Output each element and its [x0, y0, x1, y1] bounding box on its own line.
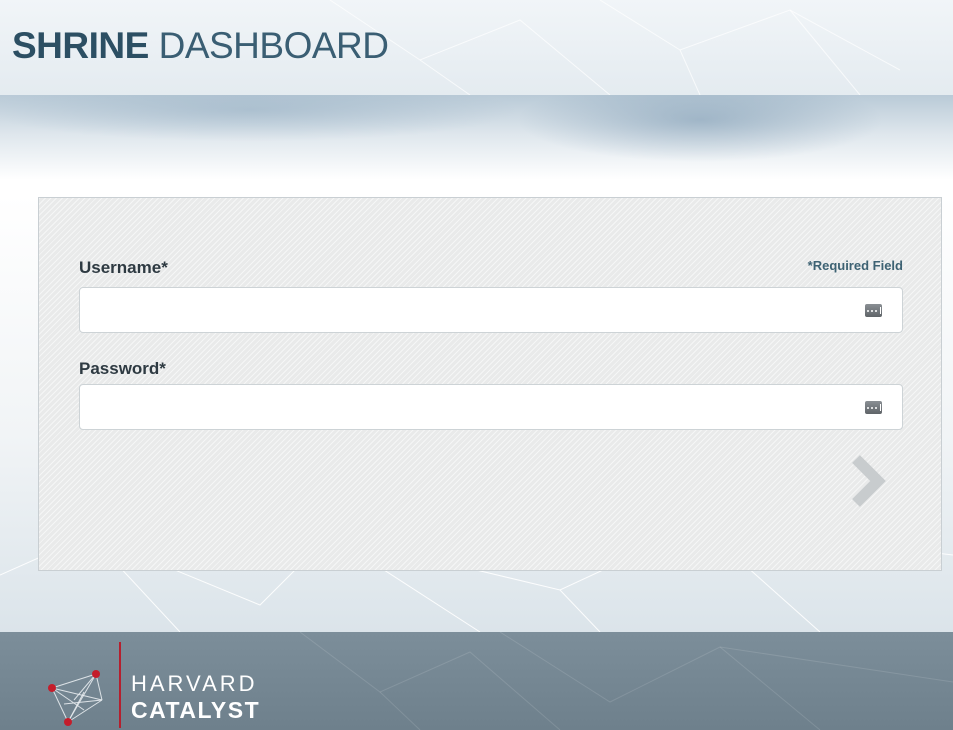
- page-footer: HARVARD CATALYST: [0, 632, 953, 730]
- page-title-bold: SHRINE: [12, 25, 149, 66]
- hero-banner: [0, 95, 953, 195]
- chevron-right-icon: [852, 455, 886, 507]
- page-title-light: DASHBOARD: [158, 25, 389, 66]
- password-input[interactable]: [79, 384, 903, 430]
- logo-divider: [119, 642, 121, 728]
- harvard-catalyst-network-icon: [48, 670, 103, 726]
- password-manager-key-icon[interactable]: [865, 304, 882, 317]
- password-label: Password*: [79, 359, 166, 378]
- username-input[interactable]: [79, 287, 903, 333]
- page-title: SHRINE DASHBOARD: [12, 25, 389, 66]
- required-field-note: *Required Field: [807, 258, 903, 273]
- brand-name-line2: CATALYST: [131, 697, 261, 723]
- password-manager-key-icon[interactable]: [865, 401, 882, 414]
- username-label: Username*: [79, 258, 168, 277]
- brand-name-line1: HARVARD: [131, 671, 258, 696]
- login-panel: Username* *Required Field Password*: [38, 197, 942, 571]
- page-header: SHRINE DASHBOARD: [0, 0, 953, 95]
- submit-button[interactable]: [847, 453, 891, 509]
